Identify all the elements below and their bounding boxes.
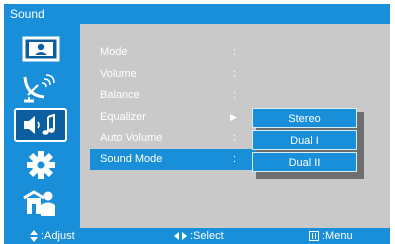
window-title: Sound xyxy=(4,4,390,24)
menu-item-volume[interactable]: Volume : xyxy=(90,64,260,85)
sidebar-item-sound[interactable] xyxy=(14,108,67,142)
menu-item-label: Sound Mode xyxy=(100,153,163,165)
menu-item-label: Balance xyxy=(100,89,140,101)
menu-item-sound-mode[interactable]: Sound Mode : xyxy=(90,149,260,170)
hint-adjust-label: :Adjust xyxy=(41,230,75,242)
menu-item-label: Equalizer xyxy=(100,111,146,123)
sound-icon xyxy=(23,113,55,135)
hint-menu: :Menu xyxy=(309,228,353,244)
menu-item-separator: : xyxy=(233,89,237,101)
menu-item-label: Volume xyxy=(100,68,137,80)
menu-item-separator: : xyxy=(233,68,237,80)
sidebar-item-channel[interactable] xyxy=(14,70,67,104)
hint-menu-label: :Menu xyxy=(322,230,353,242)
menu-item-balance[interactable]: Balance : xyxy=(90,85,260,106)
left-right-arrows-icon xyxy=(174,232,187,240)
picture-icon xyxy=(22,36,59,62)
gear-icon xyxy=(26,151,55,179)
parental-lock-icon xyxy=(22,190,55,216)
option-stereo[interactable]: Stereo xyxy=(252,108,357,128)
menu-item-separator: : xyxy=(233,153,237,165)
option-dual-2[interactable]: Dual II xyxy=(252,152,357,172)
menu-item-mode[interactable]: Mode : xyxy=(90,42,260,63)
menu-item-auto-volume[interactable]: Auto Volume : xyxy=(90,128,260,149)
menu-item-separator: : xyxy=(233,46,237,58)
footer-hints: :Adjust :Select :Menu xyxy=(4,228,390,244)
submenu-arrow-icon: ▶ xyxy=(230,112,237,122)
hint-adjust: :Adjust xyxy=(30,228,75,244)
hint-select: :Select xyxy=(174,228,224,244)
menu-item-separator: : xyxy=(233,132,237,144)
option-dual-1[interactable]: Dual I xyxy=(252,130,357,150)
sidebar-item-picture[interactable] xyxy=(14,32,67,66)
sidebar xyxy=(4,24,80,228)
hint-select-label: :Select xyxy=(190,230,224,242)
menu-key-icon xyxy=(309,231,319,241)
menu-item-equalizer[interactable]: Equalizer ▶ xyxy=(90,107,260,128)
sidebar-item-parental[interactable] xyxy=(14,186,67,220)
sound-settings-panel: Mode : Volume : Balance : Equalizer ▶ Au… xyxy=(80,24,390,228)
sound-menu-screen: Sound Mode: Volume: Balance: Equalize… xyxy=(0,0,395,244)
menu-item-label: Auto Volume xyxy=(100,132,163,144)
satellite-dish-icon xyxy=(23,74,55,103)
sound-mode-dropdown: Stereo Dual I Dual II xyxy=(252,108,364,179)
sidebar-item-setup[interactable] xyxy=(14,148,67,182)
up-down-arrows-icon xyxy=(30,230,38,242)
menu-item-label: Mode xyxy=(100,46,128,58)
